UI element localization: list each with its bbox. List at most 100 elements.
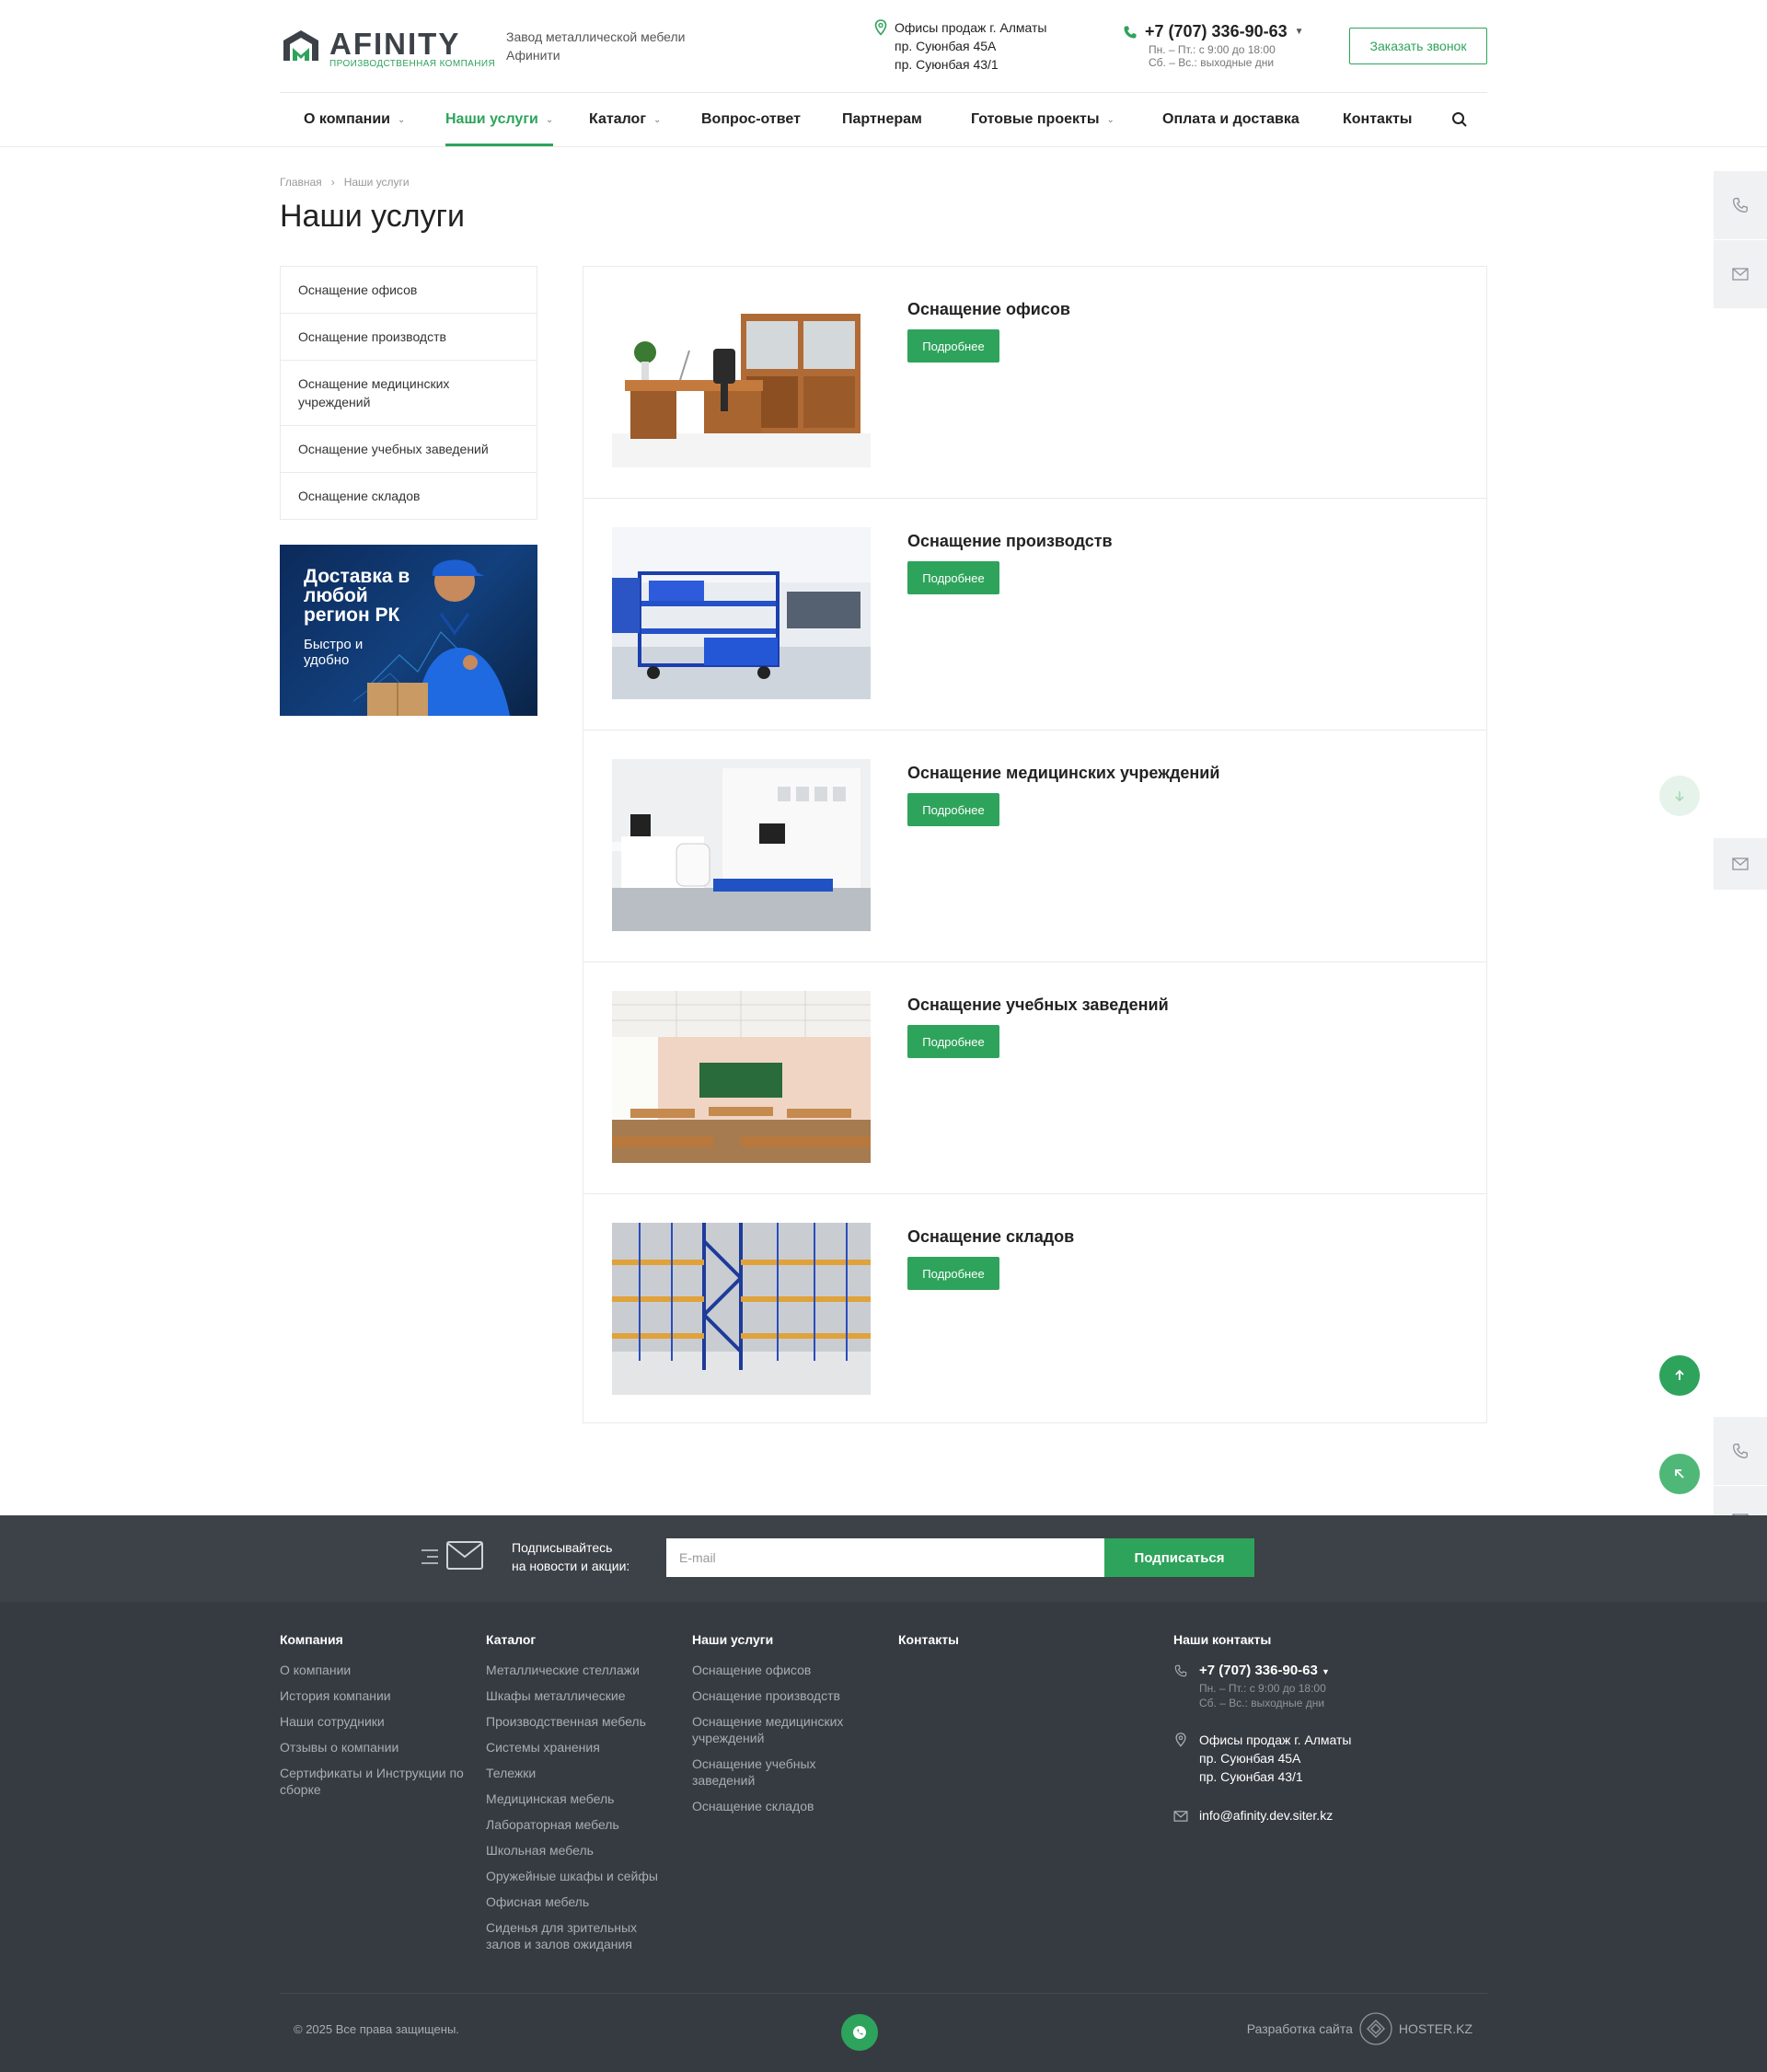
footer-link[interactable]: Оружейные шкафы и сейфы	[486, 1868, 670, 1884]
mail-icon	[1173, 1811, 1188, 1822]
service-image-warehouse[interactable]	[612, 1223, 871, 1395]
delivery-promo-banner[interactable]: Доставка в любой регион РК Быстро и удоб…	[280, 545, 537, 716]
breadcrumb-home[interactable]: Главная	[280, 176, 322, 189]
float-mail-tab[interactable]	[1714, 838, 1767, 890]
nav-faq[interactable]: Вопрос-ответ	[701, 93, 801, 146]
callback-button[interactable]: Заказать звонок	[1349, 28, 1487, 64]
nav-delivery[interactable]: Оплата и доставка	[1162, 93, 1299, 146]
expand-widget-button[interactable]	[1659, 1454, 1700, 1494]
footer-phone-number[interactable]: +7 (707) 336-90-63	[1199, 1663, 1318, 1678]
subscribe-text-line: Подписывайтесь	[512, 1540, 613, 1555]
subscribe-text: Подписывайтесь на новости и акции:	[512, 1538, 629, 1575]
footer-link[interactable]: Лабораторная мебель	[486, 1816, 670, 1833]
footer-link[interactable]: Оснащение офисов	[692, 1662, 867, 1678]
sidebar-item-production[interactable]: Оснащение производств	[281, 314, 537, 361]
footer-address: Офисы продаж г. Алматы	[1199, 1732, 1352, 1747]
footer-link[interactable]: История компании	[280, 1687, 464, 1704]
float-call-tab[interactable]	[1714, 1417, 1767, 1485]
logo[interactable]: AFINITY ПРОИЗВОДСТВЕННАЯ КОМПАНИЯ	[280, 28, 495, 69]
service-title[interactable]: Оснащение учебных заведений	[907, 996, 1169, 1015]
float-call-tab[interactable]	[1714, 171, 1767, 239]
nav-divider	[0, 146, 1767, 147]
footer-link[interactable]: Сиденья для зрительных залов и залов ожи…	[486, 1919, 670, 1952]
phone-icon	[1124, 26, 1137, 38]
sidebar-item-warehouses[interactable]: Оснащение складов	[281, 473, 537, 519]
footer-link[interactable]: Тележки	[486, 1765, 670, 1781]
nav-label: Оплата и доставка	[1162, 111, 1299, 127]
service-card: Оснащение медицинских учреждений Подробн…	[583, 731, 1486, 962]
footer-link[interactable]: Металлические стеллажи	[486, 1662, 670, 1678]
footer-link[interactable]: Оснащение медицинских учреждений	[692, 1713, 867, 1746]
service-image-education[interactable]	[612, 991, 871, 1163]
footer-heading[interactable]: Контакты	[898, 1632, 1036, 1647]
nav-about[interactable]: О компании ⌄	[304, 93, 405, 146]
nav-label: Партнерам	[842, 111, 922, 127]
production-carts-image	[612, 527, 871, 699]
service-card: Оснащение складов Подробнее	[583, 1194, 1486, 1426]
nav-label: Наши услуги	[445, 111, 538, 127]
footer-address: пр. Суюнбая 45А	[1199, 1751, 1301, 1766]
service-title[interactable]: Оснащение производств	[907, 532, 1113, 551]
footer-heading: Компания	[280, 1632, 343, 1647]
footer-link[interactable]: Медицинская мебель	[486, 1790, 670, 1807]
nav-projects[interactable]: Готовые проекты ⌄	[971, 93, 1114, 146]
scroll-top-button[interactable]	[1659, 1355, 1700, 1396]
sidebar-item-medical[interactable]: Оснащение медицинских учреждений	[281, 361, 537, 426]
footer-link[interactable]: Отзывы о компании	[280, 1739, 464, 1755]
whatsapp-button[interactable]	[841, 2014, 878, 2051]
footer-heading: Наши контакты	[1173, 1632, 1272, 1647]
promo-title: Доставка в любой регион РК	[304, 566, 410, 626]
search-button[interactable]	[1451, 93, 1468, 146]
float-mail-tab[interactable]	[1714, 240, 1767, 308]
footer-link[interactable]: Сертификаты и Инструкции по сборке	[280, 1765, 464, 1798]
footer-link[interactable]: Оснащение учебных заведений	[692, 1755, 867, 1789]
footer-link[interactable]: Производственная мебель	[486, 1713, 670, 1730]
footer-phone[interactable]: +7 (707) 336-90-63 ▼	[1199, 1662, 1330, 1681]
footer-divider	[280, 1993, 1487, 1994]
nav-label: Каталог	[589, 111, 646, 127]
footer-link[interactable]: Оснащение производств	[692, 1687, 867, 1704]
footer-link[interactable]: Школьная мебель	[486, 1842, 670, 1859]
footer-link[interactable]: Оснащение складов	[692, 1798, 867, 1814]
developer-credit[interactable]: Разработка сайта HOSTER.KZ	[1247, 2011, 1472, 2046]
arrow-up-icon	[1675, 1369, 1684, 1380]
footer-hours: Сб. – Вс.: выходные дни	[1199, 1697, 1325, 1709]
more-button[interactable]: Подробнее	[907, 1257, 999, 1290]
service-title[interactable]: Оснащение медицинских учреждений	[907, 764, 1219, 783]
footer-email[interactable]: info@afinity.dev.siter.kz	[1199, 1806, 1333, 1825]
scroll-down-button[interactable]	[1659, 776, 1700, 816]
footer-link[interactable]: Шкафы металлические	[486, 1687, 670, 1704]
more-button[interactable]: Подробнее	[907, 561, 999, 594]
nav-catalog[interactable]: Каталог ⌄	[589, 93, 661, 146]
chevron-down-icon[interactable]: ▼	[1295, 27, 1304, 37]
phone-icon	[1733, 1444, 1748, 1458]
service-title[interactable]: Оснащение офисов	[907, 300, 1070, 319]
email-field[interactable]	[666, 1538, 1105, 1577]
more-button[interactable]: Подробнее	[907, 329, 999, 363]
header-phone[interactable]: +7 (707) 336-90-63 ▼ Пн. – Пт.: с 9:00 д…	[1123, 22, 1304, 69]
more-button[interactable]: Подробнее	[907, 1025, 999, 1058]
subscribe-button[interactable]: Подписаться	[1104, 1538, 1254, 1577]
service-title[interactable]: Оснащение складов	[907, 1227, 1074, 1247]
nav-partners[interactable]: Партнерам	[842, 93, 922, 146]
nav-contacts[interactable]: Контакты	[1343, 93, 1412, 146]
service-card: Оснащение производств Подробнее	[583, 499, 1486, 731]
sidebar-item-education[interactable]: Оснащение учебных заведений	[281, 426, 537, 473]
chevron-down-icon[interactable]: ▼	[1322, 1667, 1330, 1676]
office-line: пр. Суюнбая 45А	[895, 39, 997, 53]
search-icon	[1452, 112, 1467, 127]
hoster-logo-icon	[1359, 2012, 1392, 2045]
phone-number[interactable]: +7 (707) 336-90-63	[1145, 22, 1288, 41]
footer-link[interactable]: Наши сотрудники	[280, 1713, 464, 1730]
service-image-office[interactable]	[612, 295, 871, 467]
mail-icon	[1732, 268, 1749, 281]
service-image-production[interactable]	[612, 527, 871, 699]
breadcrumb-separator: ›	[330, 176, 335, 189]
footer-link[interactable]: О компании	[280, 1662, 464, 1678]
sidebar-item-offices[interactable]: Оснащение офисов	[281, 267, 537, 314]
footer-link[interactable]: Системы хранения	[486, 1739, 670, 1755]
service-image-medical[interactable]	[612, 759, 871, 931]
footer-link[interactable]: Офисная мебель	[486, 1894, 670, 1910]
more-button[interactable]: Подробнее	[907, 793, 999, 826]
nav-services[interactable]: Наши услуги ⌄	[445, 93, 554, 146]
